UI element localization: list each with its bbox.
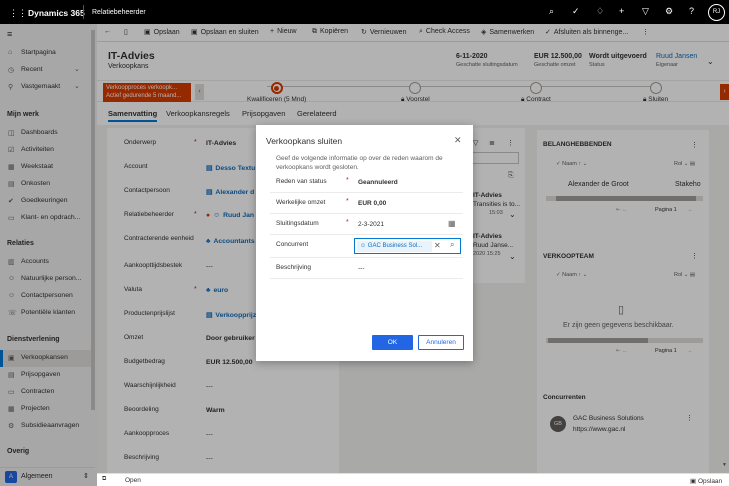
- competitor-tag[interactable]: ☺ GAC Business Sol...: [357, 241, 432, 252]
- lightbulb-icon[interactable]: ♢: [596, 6, 604, 17]
- modal-backdrop-sidebar[interactable]: [0, 24, 97, 486]
- save-icon: ▣: [690, 478, 698, 485]
- search-icon[interactable]: ⌕: [549, 6, 554, 17]
- status-bar: ⧉ Open ▣ Opslaan: [97, 473, 729, 486]
- brand-name[interactable]: Dynamics 365: [28, 8, 85, 18]
- app-module-name: Relatiebeheerder: [92, 9, 146, 16]
- field-sluitingsdatum[interactable]: Sluitingsdatum * 2-3-2021 ▦: [270, 214, 463, 235]
- status-save-button[interactable]: ▣ Opslaan: [690, 477, 722, 485]
- help-icon[interactable]: ?: [689, 6, 694, 16]
- app-launcher-icon[interactable]: ⋮⋮: [9, 8, 27, 19]
- field-beschrijving[interactable]: Beschrijving ---: [270, 258, 463, 279]
- gear-icon[interactable]: ⚙: [665, 6, 673, 17]
- required-marker: *: [346, 219, 349, 226]
- popout-icon[interactable]: ⧉: [102, 476, 106, 483]
- user-avatar[interactable]: RJ: [708, 4, 725, 21]
- close-date-input[interactable]: 2-3-2021: [358, 221, 384, 228]
- field-reden-van-status[interactable]: Reden van status * Geannuleerd: [270, 172, 463, 193]
- ok-button[interactable]: OK: [372, 335, 413, 350]
- close-icon[interactable]: ✕: [454, 135, 462, 146]
- dialog-title: Verkoopkans sluiten: [266, 136, 343, 146]
- required-marker: *: [346, 198, 349, 205]
- divider: [83, 5, 84, 19]
- status-reason-select[interactable]: Geannuleerd: [358, 179, 398, 186]
- field-concurrent[interactable]: Concurrent ☺ GAC Business Sol... ✕ ⌕: [270, 235, 463, 258]
- top-bar: ⋮⋮ Dynamics 365 Relatiebeheerder ⌕ ✓ ♢ +…: [0, 0, 729, 24]
- calendar-icon[interactable]: ▦: [448, 219, 456, 228]
- task-check-icon[interactable]: ✓: [572, 6, 580, 17]
- close-opportunity-dialog: Verkoopkans sluiten ✕ Geef de volgende i…: [256, 125, 473, 361]
- required-marker: *: [346, 177, 349, 184]
- competitor-icon: ☺: [360, 243, 368, 249]
- record-status: Open: [125, 477, 141, 484]
- cancel-button[interactable]: Annuleren: [418, 335, 464, 350]
- plus-icon[interactable]: +: [619, 6, 624, 16]
- actual-revenue-input[interactable]: EUR 0,00: [358, 200, 386, 207]
- dialog-description: Geef de volgende informatie op over de r…: [276, 155, 443, 171]
- search-icon[interactable]: ⌕: [450, 240, 454, 250]
- remove-icon[interactable]: ✕: [434, 241, 441, 250]
- field-werkelijke-omzet[interactable]: Werkelijke omzet * EUR 0,00: [270, 193, 463, 214]
- description-input[interactable]: ---: [358, 265, 365, 272]
- filter-icon[interactable]: ▽: [642, 6, 649, 17]
- competitor-lookup[interactable]: ☺ GAC Business Sol... ✕ ⌕: [354, 238, 461, 254]
